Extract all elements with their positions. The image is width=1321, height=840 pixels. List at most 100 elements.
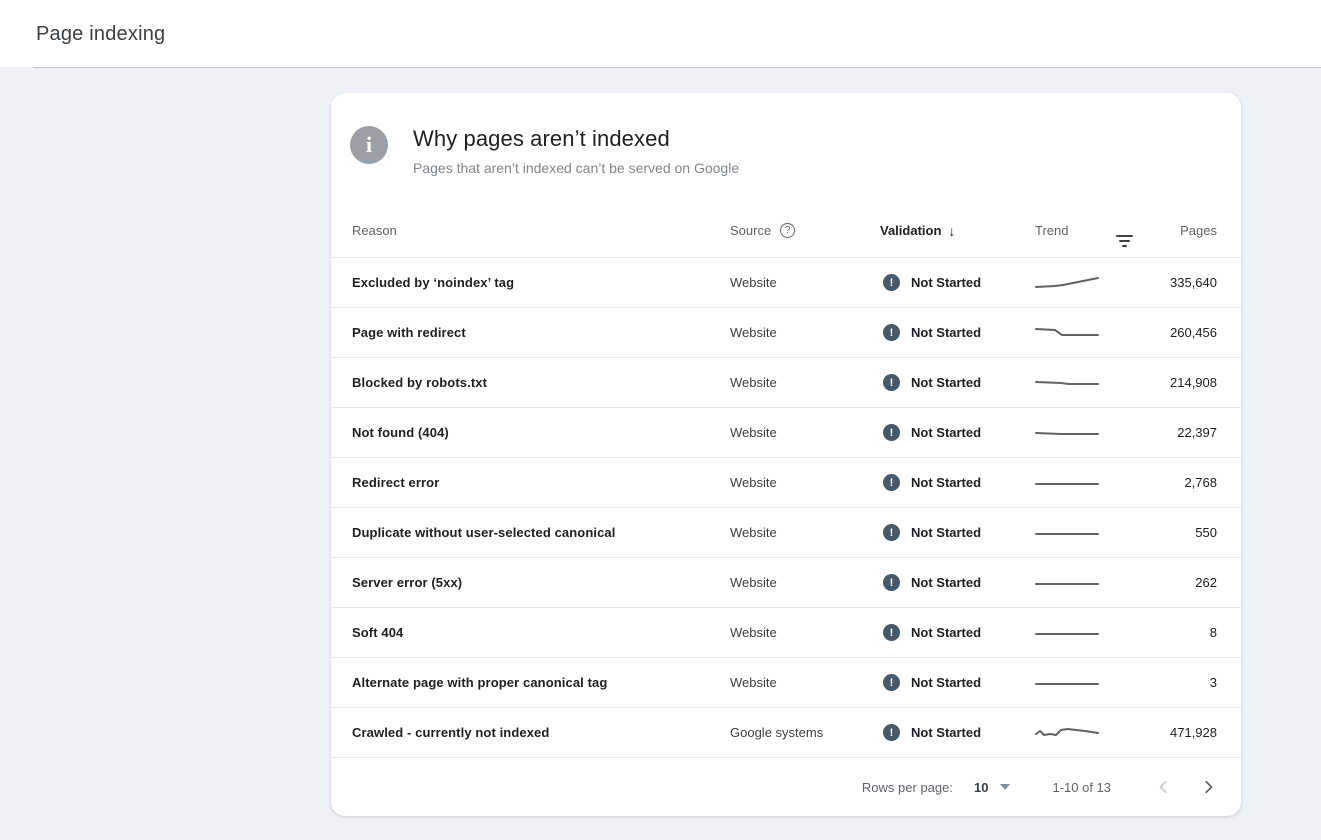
row-validation-status: ! Not Started xyxy=(880,324,1035,341)
row-source: Website xyxy=(730,425,880,440)
trend-sparkline xyxy=(1035,674,1140,692)
not-started-exclamation-icon: ! xyxy=(883,674,900,691)
validation-status-label: Not Started xyxy=(911,325,981,340)
row-source: Google systems xyxy=(730,725,880,740)
table-row[interactable]: Redirect error Website ! Not Started 2,7… xyxy=(331,457,1241,507)
row-source: Website xyxy=(730,375,880,390)
not-started-exclamation-icon: ! xyxy=(883,424,900,441)
validation-status-label: Not Started xyxy=(911,275,981,290)
table-header-row: Reason Source ? Validation ↓ Trend Pages xyxy=(331,176,1241,257)
table-row[interactable]: Blocked by robots.txt Website ! Not Star… xyxy=(331,357,1241,407)
trend-sparkline xyxy=(1035,474,1140,492)
column-header-source[interactable]: Source ? xyxy=(730,223,880,238)
row-validation-status: ! Not Started xyxy=(880,474,1035,491)
row-reason: Excluded by ‘noindex’ tag xyxy=(352,275,730,290)
page-title: Page indexing xyxy=(0,0,1321,46)
trend-sparkline xyxy=(1035,724,1140,742)
row-validation-status: ! Not Started xyxy=(880,424,1035,441)
table-row[interactable]: Crawled - currently not indexed Google s… xyxy=(331,707,1241,757)
dropdown-caret-icon xyxy=(1000,784,1010,790)
row-pages-count: 262 xyxy=(1140,575,1217,590)
row-source: Website xyxy=(730,675,880,690)
row-reason: Alternate page with proper canonical tag xyxy=(352,675,730,690)
help-icon[interactable]: ? xyxy=(780,223,795,238)
row-reason: Page with redirect xyxy=(352,325,730,340)
not-started-exclamation-icon: ! xyxy=(883,374,900,391)
sort-descending-icon: ↓ xyxy=(948,223,955,239)
not-started-exclamation-icon: ! xyxy=(883,724,900,741)
trend-sparkline xyxy=(1035,324,1140,342)
row-source: Website xyxy=(730,525,880,540)
not-started-exclamation-icon: ! xyxy=(883,474,900,491)
row-validation-status: ! Not Started xyxy=(880,724,1035,741)
info-icon: i xyxy=(350,126,388,164)
rows-per-page-label: Rows per page: xyxy=(862,780,953,795)
row-reason: Duplicate without user-selected canonica… xyxy=(352,525,730,540)
row-pages-count: 471,928 xyxy=(1140,725,1217,740)
row-source: Website xyxy=(730,625,880,640)
row-pages-count: 22,397 xyxy=(1140,425,1217,440)
row-pages-count: 260,456 xyxy=(1140,325,1217,340)
why-pages-not-indexed-card: i Why pages aren’t indexed Pages that ar… xyxy=(331,93,1241,816)
trend-sparkline xyxy=(1035,524,1140,542)
trend-sparkline xyxy=(1035,624,1140,642)
validation-status-label: Not Started xyxy=(911,675,981,690)
row-source: Website xyxy=(730,475,880,490)
row-validation-status: ! Not Started xyxy=(880,374,1035,391)
rows-per-page-value: 10 xyxy=(974,780,988,795)
filter-list-icon[interactable] xyxy=(1111,230,1137,252)
column-header-pages[interactable]: Pages xyxy=(1140,223,1217,238)
rows-per-page-select[interactable]: 10 xyxy=(974,780,1010,795)
row-validation-status: ! Not Started xyxy=(880,524,1035,541)
not-started-exclamation-icon: ! xyxy=(883,574,900,591)
row-reason: Crawled - currently not indexed xyxy=(352,725,730,740)
card-header: i Why pages aren’t indexed Pages that ar… xyxy=(331,93,1241,176)
row-pages-count: 2,768 xyxy=(1140,475,1217,490)
not-started-exclamation-icon: ! xyxy=(883,274,900,291)
trend-sparkline xyxy=(1035,274,1140,292)
row-reason: Not found (404) xyxy=(352,425,730,440)
validation-status-label: Not Started xyxy=(911,375,981,390)
next-page-button[interactable] xyxy=(1200,779,1216,795)
column-header-validation[interactable]: Validation ↓ xyxy=(880,223,1035,239)
trend-sparkline xyxy=(1035,574,1140,592)
not-started-exclamation-icon: ! xyxy=(883,624,900,641)
table-body: Excluded by ‘noindex’ tag Website ! Not … xyxy=(331,257,1241,757)
row-pages-count: 550 xyxy=(1140,525,1217,540)
card-titles: Why pages aren’t indexed Pages that aren… xyxy=(413,126,739,176)
row-source: Website xyxy=(730,575,880,590)
row-validation-status: ! Not Started xyxy=(880,674,1035,691)
table-row[interactable]: Page with redirect Website ! Not Started… xyxy=(331,307,1241,357)
table-row[interactable]: Excluded by ‘noindex’ tag Website ! Not … xyxy=(331,257,1241,307)
previous-page-button[interactable] xyxy=(1156,779,1172,795)
table-row[interactable]: Alternate page with proper canonical tag… xyxy=(331,657,1241,707)
chevron-right-icon xyxy=(1201,780,1215,794)
row-reason: Redirect error xyxy=(352,475,730,490)
validation-status-label: Not Started xyxy=(911,575,981,590)
trend-sparkline xyxy=(1035,374,1140,392)
row-validation-status: ! Not Started xyxy=(880,624,1035,641)
table-row[interactable]: Not found (404) Website ! Not Started 22… xyxy=(331,407,1241,457)
table-row[interactable]: Soft 404 Website ! Not Started 8 xyxy=(331,607,1241,657)
row-reason: Blocked by robots.txt xyxy=(352,375,730,390)
row-source: Website xyxy=(730,325,880,340)
page-header: Page indexing xyxy=(0,0,1321,67)
row-validation-status: ! Not Started xyxy=(880,274,1035,291)
row-pages-count: 214,908 xyxy=(1140,375,1217,390)
validation-status-label: Not Started xyxy=(911,425,981,440)
page-range-label: 1-10 of 13 xyxy=(1052,780,1111,795)
row-reason: Soft 404 xyxy=(352,625,730,640)
validation-status-label: Not Started xyxy=(911,475,981,490)
row-pages-count: 335,640 xyxy=(1140,275,1217,290)
row-pages-count: 3 xyxy=(1140,675,1217,690)
row-reason: Server error (5xx) xyxy=(352,575,730,590)
row-source: Website xyxy=(730,275,880,290)
table-row[interactable]: Duplicate without user-selected canonica… xyxy=(331,507,1241,557)
pagination-bar: Rows per page: 10 1-10 of 13 xyxy=(331,757,1241,816)
column-header-reason[interactable]: Reason xyxy=(352,223,730,238)
row-validation-status: ! Not Started xyxy=(880,574,1035,591)
table-row[interactable]: Server error (5xx) Website ! Not Started… xyxy=(331,557,1241,607)
row-pages-count: 8 xyxy=(1140,625,1217,640)
card-subtitle: Pages that aren’t indexed can’t be serve… xyxy=(413,160,739,176)
chevron-left-icon xyxy=(1157,780,1171,794)
